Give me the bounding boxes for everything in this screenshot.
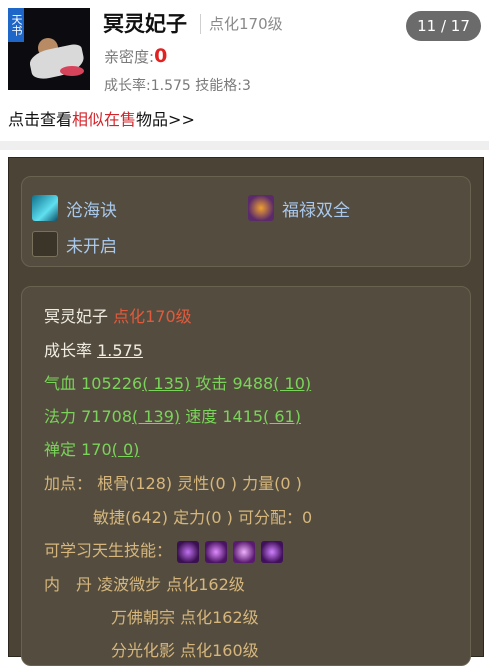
skill-label: 福禄双全 xyxy=(282,200,350,221)
page-counter: 11 / 17 xyxy=(406,11,481,41)
intimacy-label: 亲密度: xyxy=(104,48,155,66)
skill-slots-text: 技能格:3 xyxy=(195,78,251,94)
spd-label: 速度 xyxy=(185,407,218,426)
neidan-line-3: 分光化影 点化160级 xyxy=(111,637,259,661)
skill-label: 沧海诀 xyxy=(66,200,117,221)
similar-highlight[interactable]: 相似在售 xyxy=(72,110,136,129)
attribute-box: 冥灵妃子 点化170级 成长率 1.575 气血 105226( 135) 攻击… xyxy=(21,286,471,666)
skill-label: 未开启 xyxy=(66,236,117,257)
skill-item-locked[interactable]: 未开启 xyxy=(32,231,117,257)
fortune-skill-icon xyxy=(248,195,274,221)
detail-pet-name: 冥灵妃子 xyxy=(44,307,109,326)
neidan-label: 内 丹 xyxy=(44,575,93,594)
points-dingli: 定力(0 ) xyxy=(173,508,233,527)
wave-skill-icon xyxy=(32,195,58,221)
purple-claw-icon[interactable] xyxy=(261,540,284,563)
atk-label: 攻击 xyxy=(195,374,228,393)
points-line-2: 敏捷(642) 定力(0 ) 可分配：0 xyxy=(93,504,312,528)
avatar-figure-accent xyxy=(60,66,84,76)
intimacy: 亲密度:0 xyxy=(104,45,167,67)
neidan-name: 凌波微步 xyxy=(97,575,162,594)
growth-and-slots: 成长率:1.575 技能格:3 xyxy=(104,75,251,95)
mp-add: ( 139) xyxy=(132,407,181,426)
pet-name: 冥灵妃子 xyxy=(103,12,187,36)
growth-value: 1.575 xyxy=(97,341,143,360)
points-minjie: 敏捷(642) xyxy=(93,508,169,527)
mp-value: 71708 xyxy=(81,407,133,426)
neidan-name: 分光化影 xyxy=(111,641,176,660)
neidan-line-2: 万佛朝宗 点化162级 xyxy=(111,604,259,628)
skill-box: 沧海诀 福禄双全 未开启 xyxy=(21,176,471,267)
pet-header: 天书 冥灵妃子 点化170级 11 / 17 亲密度:0 成长率:1.575 技… xyxy=(0,0,489,95)
growth-rate-text: 成长率:1.575 xyxy=(104,78,191,94)
similar-prefix: 点击查看 xyxy=(8,110,73,129)
points-lingxing: 灵性(0 ) xyxy=(177,474,237,493)
pet-detail-panel: 沧海诀 福禄双全 未开启 冥灵妃子 点化170级 成长率 1.575 气血 10… xyxy=(8,157,484,666)
section-divider xyxy=(0,141,489,150)
points-kefenpei: 可分配：0 xyxy=(237,508,313,527)
neidan-name: 万佛朝宗 xyxy=(111,608,176,627)
hp-label: 气血 xyxy=(44,374,77,393)
mp-spd-line: 法力 71708( 139) 速度 1415( 61) xyxy=(44,403,301,427)
neidan-level: 点化160级 xyxy=(180,641,259,660)
points-liliang: 力量(0 ) xyxy=(242,474,302,493)
neidan-line-1: 内 丹 凌波微步 点化162级 xyxy=(44,571,245,595)
neidan-level: 点化162级 xyxy=(180,608,259,627)
hp-add: ( 135) xyxy=(142,374,191,393)
purple-slash-icon[interactable] xyxy=(205,540,228,563)
locked-skill-icon xyxy=(32,231,58,257)
zen-line: 禅定 170( 0) xyxy=(44,436,139,460)
skill-item-canghai[interactable]: 沧海诀 xyxy=(32,195,117,221)
points-label: 加点： xyxy=(44,474,93,493)
purple-burst-icon[interactable] xyxy=(233,540,256,563)
zen-label: 禅定 xyxy=(44,440,77,459)
name-line: 冥灵妃子 点化170级 xyxy=(44,303,192,327)
pet-level: 点化170级 xyxy=(209,15,283,33)
avatar-figure-body xyxy=(27,42,87,82)
pet-avatar[interactable]: 天书 xyxy=(8,8,90,90)
innate-skills-line: 可学习天生技能： xyxy=(44,537,289,563)
zen-add: ( 0) xyxy=(111,440,140,459)
intimacy-value: 0 xyxy=(154,45,168,67)
hp-value: 105226 xyxy=(81,374,143,393)
innate-label: 可学习天生技能： xyxy=(44,541,173,560)
neidan-level: 点化162级 xyxy=(166,575,245,594)
growth-line: 成长率 1.575 xyxy=(44,337,143,361)
similar-suffix: 物品>> xyxy=(136,110,195,129)
hp-atk-line: 气血 105226( 135) 攻击 9488( 10) xyxy=(44,370,311,394)
atk-add: ( 10) xyxy=(273,374,312,393)
similar-items-link[interactable]: 点击查看相似在售物品>> xyxy=(8,106,195,130)
purple-swirl-icon[interactable] xyxy=(177,540,200,563)
atk-value: 9488 xyxy=(232,374,274,393)
mp-label: 法力 xyxy=(44,407,77,426)
title-separator xyxy=(200,14,201,34)
growth-label: 成长率 xyxy=(44,341,93,360)
zen-value: 170 xyxy=(81,440,112,459)
points-gengu: 根骨(128) xyxy=(97,474,173,493)
detail-pet-level: 点化170级 xyxy=(113,307,192,326)
tianshu-badge: 天书 xyxy=(8,8,24,42)
points-line: 加点： 根骨(128) 灵性(0 ) 力量(0 ) xyxy=(44,470,302,494)
spd-add: ( 61) xyxy=(263,407,301,426)
skill-item-fulu[interactable]: 福禄双全 xyxy=(248,195,350,221)
spd-value: 1415 xyxy=(222,407,264,426)
